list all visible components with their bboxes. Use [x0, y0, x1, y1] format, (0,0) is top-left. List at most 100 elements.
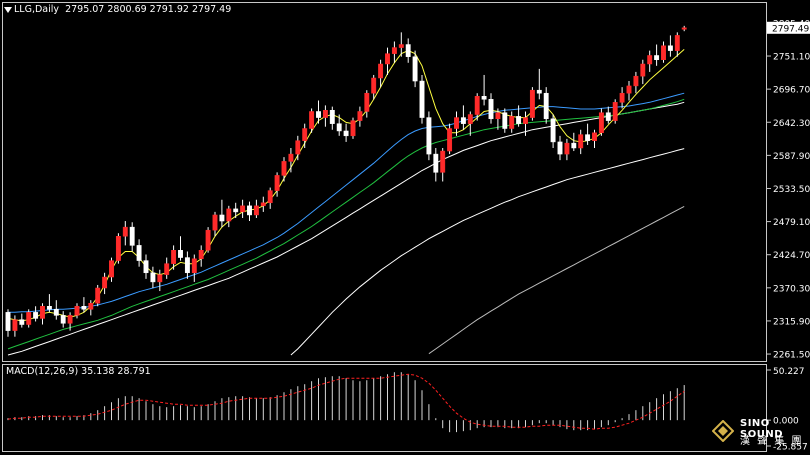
candle-body — [633, 75, 639, 87]
sino-sound-logo-icon — [712, 420, 734, 442]
candle-body — [626, 85, 632, 94]
candle-body — [322, 110, 328, 118]
candle-body — [150, 272, 156, 283]
candle-body — [267, 190, 273, 204]
candle-body — [357, 111, 363, 121]
candle-body — [447, 128, 453, 152]
candle-body — [433, 153, 439, 173]
candle-body — [495, 112, 501, 120]
price-tick-label: 2370.30 — [773, 284, 810, 294]
candle-body — [578, 134, 584, 149]
candle-body — [302, 128, 308, 141]
candle-body — [605, 112, 611, 121]
price-tick-label: 2533.50 — [773, 185, 810, 195]
candle-body — [184, 257, 190, 274]
candle-body — [233, 208, 239, 213]
candle-body — [164, 263, 170, 275]
candle-body — [198, 250, 204, 260]
candle-body — [516, 116, 522, 124]
candle-body — [564, 142, 570, 155]
candle-body — [640, 63, 646, 77]
candle-body — [178, 250, 183, 258]
candle-body — [398, 44, 404, 48]
candle-body — [405, 44, 411, 57]
candle-body — [40, 306, 45, 319]
candle-body — [129, 226, 135, 246]
candle-body — [67, 315, 73, 324]
candle-body — [654, 55, 660, 60]
candle-body — [53, 309, 59, 316]
candle-body — [681, 27, 687, 30]
candle-body — [364, 92, 370, 112]
candle-body — [557, 141, 563, 155]
candle-body — [316, 111, 321, 118]
candle-body — [143, 260, 149, 274]
price-tick-label: 2751.10 — [773, 53, 810, 63]
price-tick-label: 2424.70 — [773, 251, 810, 261]
candle-body — [371, 77, 377, 94]
candle-body — [95, 287, 101, 304]
candle-body — [674, 35, 680, 51]
candle-body — [481, 96, 487, 100]
watermark-line2: 漢 聲 集 團 — [740, 436, 804, 447]
candle-body — [350, 120, 356, 137]
candle-body — [592, 132, 597, 141]
candle-body — [12, 319, 18, 331]
candle-body — [26, 312, 32, 325]
price-tick-label: 2261.50 — [773, 351, 810, 361]
chart-header: LLG,Daily 2795.07 2800.69 2791.92 2797.4… — [4, 4, 231, 15]
candle-body — [136, 245, 142, 261]
chart-stage: 2805.402751.102696.702642.302587.902533.… — [0, 0, 810, 455]
current-price-label: 2797.49 — [772, 24, 809, 34]
dropdown-triangle-icon[interactable] — [4, 6, 12, 13]
candle-body — [502, 112, 508, 129]
candle-body — [226, 208, 232, 222]
candle-body — [571, 142, 577, 149]
candle-body — [171, 250, 177, 264]
candle-body — [260, 202, 266, 207]
candle-body — [412, 56, 418, 82]
candle-body — [336, 123, 342, 132]
candle-body — [474, 96, 480, 115]
candle-body — [247, 205, 252, 216]
candle-body — [419, 80, 425, 118]
candle-body — [205, 229, 211, 251]
candle-body — [647, 55, 653, 65]
candle-body — [309, 111, 315, 129]
price-tick-label: 2696.70 — [773, 86, 810, 96]
candle-body — [46, 306, 52, 310]
candle-body — [343, 130, 349, 137]
candle-body — [440, 150, 446, 173]
candle-body — [585, 134, 591, 141]
candle-body — [281, 161, 287, 176]
candle-body — [33, 312, 39, 319]
candle-body — [543, 92, 549, 120]
candle-body — [467, 114, 473, 124]
candle-body — [219, 214, 225, 222]
candle-body — [288, 153, 294, 162]
candle-body — [488, 99, 494, 120]
candle-body — [240, 205, 246, 213]
candle-body — [329, 110, 335, 124]
candle-body — [122, 226, 128, 237]
candle-body — [661, 45, 666, 60]
candle-body — [378, 63, 384, 79]
candle-body — [191, 258, 197, 274]
candle-body — [295, 140, 301, 155]
candle-body — [74, 306, 80, 316]
price-tick-label: 2479.10 — [773, 218, 810, 228]
candle-body — [19, 319, 25, 325]
candle-body — [109, 260, 114, 278]
candle-body — [212, 214, 218, 231]
candle-body — [454, 117, 459, 129]
candle-body — [274, 175, 280, 191]
candle-body — [385, 53, 390, 65]
candle-body — [523, 117, 528, 124]
ohlc-values: 2795.07 2800.69 2791.92 2797.49 — [65, 4, 232, 15]
candle-body — [60, 315, 66, 324]
candle-body — [81, 306, 87, 310]
watermark: SINO SOUND 漢 聲 集 團 — [708, 414, 808, 450]
price-tick-label: 2587.90 — [773, 152, 810, 162]
candle-body — [619, 92, 625, 103]
candle-body — [157, 274, 163, 283]
